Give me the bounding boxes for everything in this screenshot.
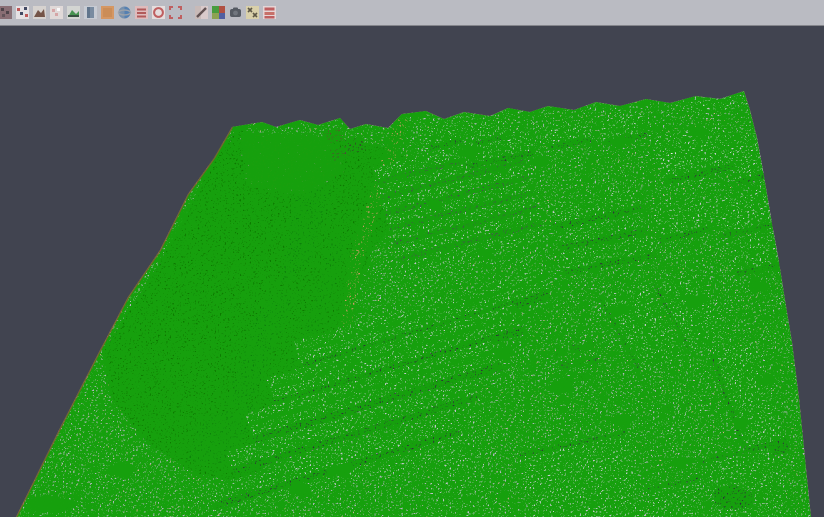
ruler-button[interactable] (193, 2, 210, 24)
classification-icon (211, 5, 226, 20)
sparse-cloud-button[interactable] (48, 2, 65, 24)
camera-button[interactable] (227, 2, 244, 24)
render-3d-scene (0, 27, 824, 517)
dense-cloud-icon (66, 5, 81, 20)
viewport-3d[interactable] (0, 27, 824, 517)
layers-button[interactable] (261, 2, 278, 24)
toolbar-separator (184, 2, 193, 24)
aligned-points-button[interactable] (14, 2, 31, 24)
circle-tool-button[interactable] (150, 2, 167, 24)
model-3d-button[interactable] (82, 2, 99, 24)
ruler-icon (194, 5, 209, 20)
markers-button[interactable] (244, 2, 261, 24)
globe-button[interactable] (116, 2, 133, 24)
orthomosaic-button[interactable] (99, 2, 116, 24)
dem-terrain-button[interactable] (31, 2, 48, 24)
dense-cloud-button[interactable] (65, 2, 82, 24)
contours-button[interactable] (133, 2, 150, 24)
aligned-points-icon (15, 5, 30, 20)
circle-tool-icon (151, 5, 166, 20)
classification-button[interactable] (210, 2, 227, 24)
point-cloud-button[interactable] (0, 2, 14, 24)
dem-terrain-icon (32, 5, 47, 20)
sparse-cloud-icon (49, 5, 64, 20)
camera-icon (228, 5, 243, 20)
main-toolbar (0, 0, 824, 26)
region-select-button[interactable] (167, 2, 184, 24)
globe-icon (117, 5, 132, 20)
point-cloud-icon (0, 5, 13, 20)
contours-icon (134, 5, 149, 20)
model-3d-icon (83, 5, 98, 20)
application-window (0, 0, 824, 517)
markers-icon (245, 5, 260, 20)
region-select-icon (168, 5, 183, 20)
layers-icon (262, 5, 277, 20)
orthomosaic-icon (100, 5, 115, 20)
